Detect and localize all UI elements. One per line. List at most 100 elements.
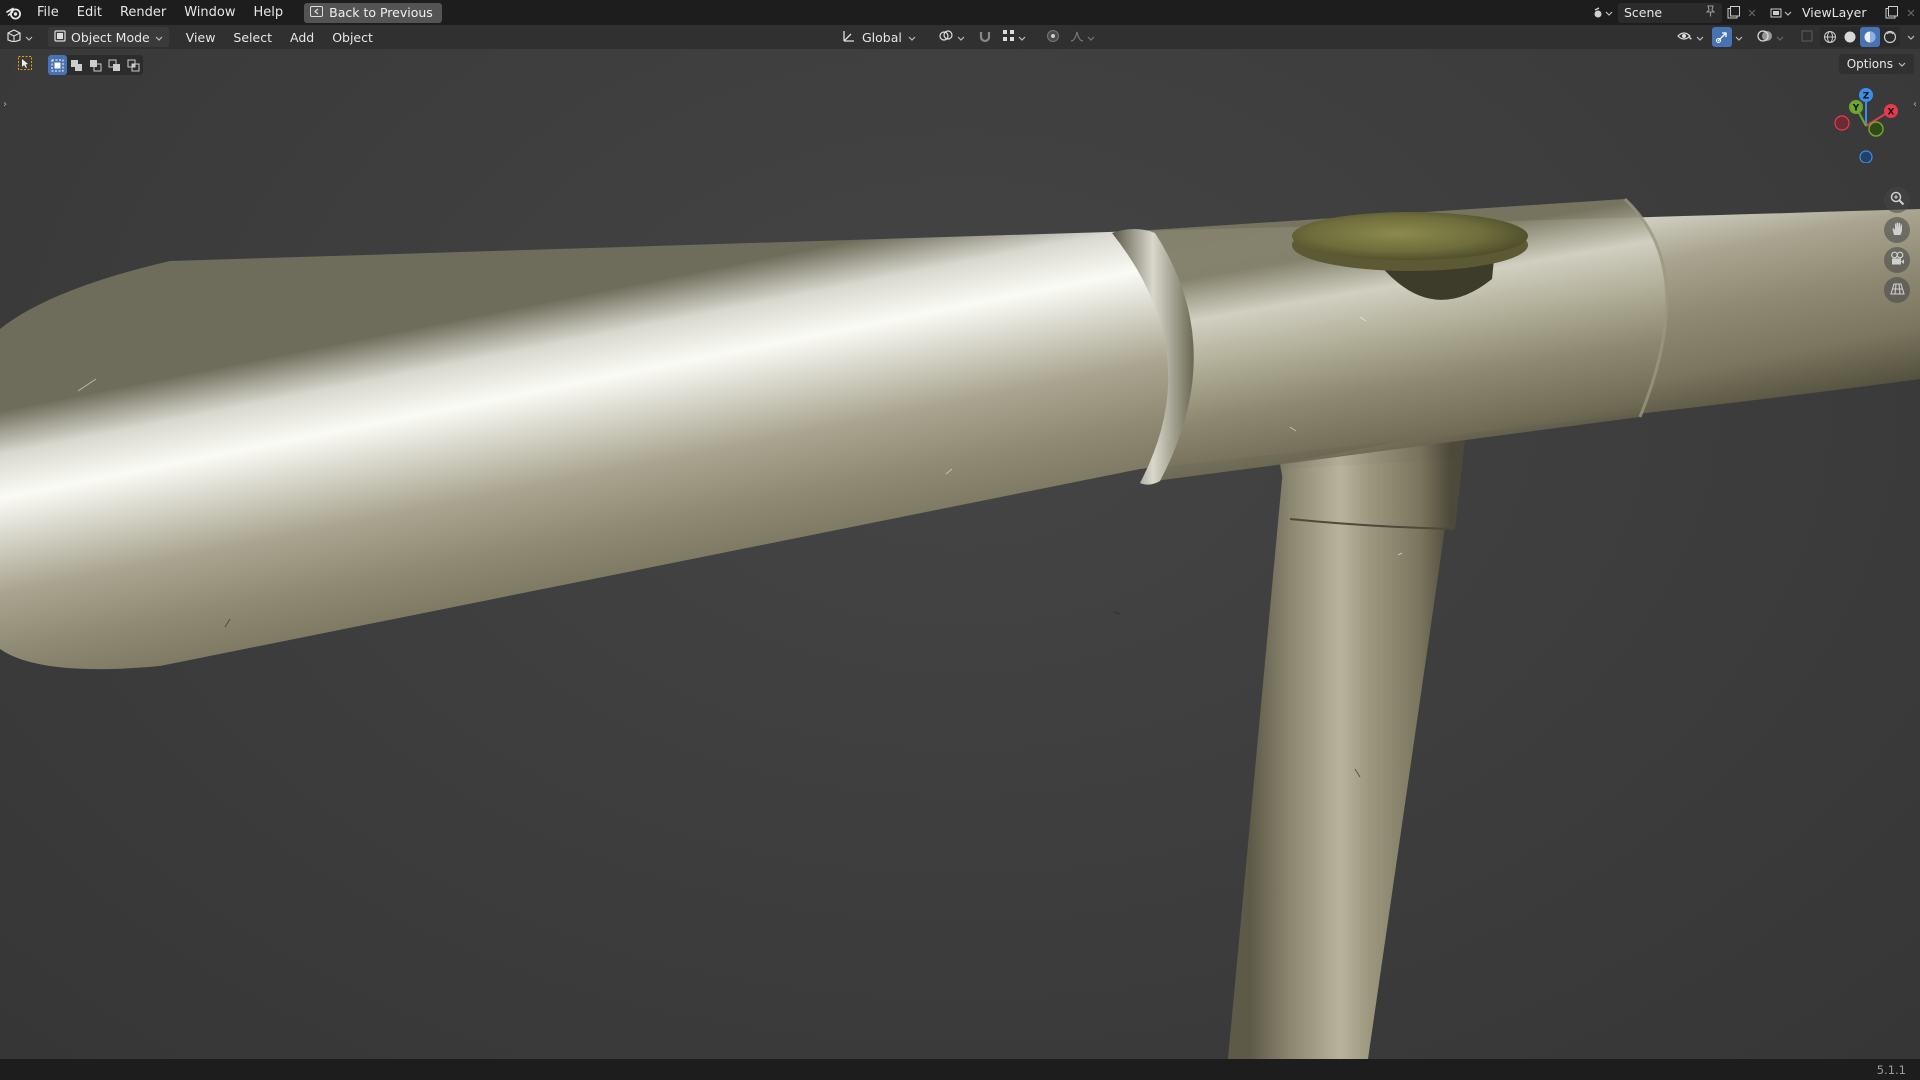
menu-add[interactable]: Add — [281, 27, 323, 47]
delete-scene-icon[interactable] — [1744, 3, 1760, 23]
chevron-down-icon — [25, 30, 33, 45]
pivot-point-icon — [938, 29, 954, 45]
menu-help[interactable]: Help — [245, 0, 293, 25]
menu-window[interactable]: Window — [175, 0, 244, 25]
status-bar: 5.1.1 — [0, 1059, 1920, 1080]
gizmo-icon — [1712, 27, 1732, 47]
snap-increment-icon — [1002, 29, 1015, 45]
magnet-icon — [978, 29, 992, 46]
gizmo-neg-z-handle[interactable] — [1859, 150, 1873, 163]
3d-viewport-editor-icon — [6, 29, 22, 45]
scene-name: Scene — [1624, 5, 1663, 20]
view-layer-name: ViewLayer — [1802, 5, 1867, 20]
toggle-perspective-button[interactable] — [1884, 277, 1910, 303]
chevron-down-icon — [1907, 31, 1915, 44]
editor-type-selector[interactable] — [0, 27, 44, 47]
chevron-down-icon — [155, 30, 163, 45]
new-view-layer-icon[interactable] — [1880, 3, 1902, 23]
menu-render[interactable]: Render — [111, 0, 175, 25]
gizmo-neg-y-handle[interactable] — [1868, 121, 1884, 137]
options-dropdown[interactable]: Options — [1838, 54, 1914, 74]
solid-shading-button[interactable] — [1840, 27, 1860, 47]
active-tool-select-box[interactable] — [14, 55, 36, 75]
cursor-select-icon — [18, 56, 32, 74]
menu-view[interactable]: View — [177, 27, 225, 47]
navigation-gizmo[interactable]: Z X Y — [1830, 85, 1910, 163]
chevron-down-icon — [1087, 30, 1095, 45]
grid-perspective-icon — [1889, 281, 1905, 300]
menu-object[interactable]: Object — [323, 27, 382, 47]
view-layer-selector-icon[interactable] — [1766, 3, 1796, 23]
camera-view-button[interactable] — [1884, 247, 1910, 273]
3d-viewport[interactable]: › ‹ Options Z X Y — [0, 49, 1920, 1059]
scene-selector-icon[interactable] — [1588, 3, 1618, 23]
material-preview-shading-button[interactable] — [1860, 27, 1880, 47]
snap-toggle[interactable] — [975, 27, 995, 47]
selectability-visibility-dropdown[interactable] — [1673, 27, 1708, 47]
menu-file[interactable]: File — [28, 0, 68, 25]
menu-edit[interactable]: Edit — [68, 0, 111, 25]
chevron-down-icon — [1898, 57, 1906, 71]
select-invert-button[interactable] — [105, 55, 124, 75]
railing-post — [1228, 459, 1455, 1059]
select-intersect-button[interactable] — [124, 55, 143, 75]
proportional-editing-icon — [1046, 29, 1060, 46]
wireframe-shading-button[interactable] — [1820, 27, 1840, 47]
camera-icon — [1890, 251, 1905, 270]
object-mode-dropdown[interactable]: Object Mode — [48, 27, 169, 47]
chevron-down-icon — [908, 30, 916, 45]
new-scene-icon[interactable] — [1722, 3, 1744, 23]
surface-dark-scratches — [224, 611, 1361, 778]
delete-view-layer-icon[interactable] — [1902, 3, 1920, 23]
topbar-right-group: Scene ViewLayer — [1588, 0, 1920, 25]
gizmo-y-label: Y — [1852, 104, 1860, 114]
viewport-shading-group — [1820, 27, 1900, 47]
orientation-axes-icon — [842, 29, 856, 45]
selection-mode-group — [48, 55, 143, 75]
shading-options-dropdown[interactable] — [1902, 27, 1920, 47]
view-layer-name-field[interactable]: ViewLayer — [1796, 2, 1880, 23]
version-label: 5.1.1 — [1876, 1062, 1906, 1077]
xray-toggle[interactable] — [1796, 27, 1818, 47]
select-extend-button[interactable] — [67, 55, 86, 75]
chevron-down-icon — [1696, 30, 1704, 45]
xray-icon — [1801, 29, 1813, 45]
gizmo-z-label: Z — [1863, 92, 1870, 102]
transform-orientation-dropdown[interactable]: Global — [836, 27, 922, 47]
chevron-down-icon — [1776, 30, 1784, 45]
railing-model-render — [0, 197, 1920, 1059]
chevron-down-icon — [957, 30, 965, 45]
snap-target-dropdown[interactable] — [999, 27, 1029, 47]
rendered-shading-button[interactable] — [1880, 27, 1900, 47]
back-to-previous-button[interactable]: Back to Previous — [304, 2, 442, 23]
proportional-editing-toggle[interactable] — [1043, 27, 1063, 47]
overlays-icon — [1757, 29, 1773, 46]
zoom-magnifier-icon — [1890, 191, 1905, 210]
pan-view-button[interactable] — [1884, 217, 1910, 243]
toolbar-expand-arrow-icon[interactable]: › — [0, 97, 10, 111]
scene-name-field[interactable]: Scene — [1618, 2, 1722, 23]
chevron-down-icon — [1735, 30, 1743, 45]
chevron-down-icon — [1018, 30, 1026, 45]
viewport-display-tools — [1673, 27, 1920, 47]
transform-orientation-label: Global — [862, 29, 902, 45]
gizmo-neg-x-handle[interactable] — [1834, 115, 1850, 131]
menu-select[interactable]: Select — [224, 27, 281, 47]
pin-icon[interactable] — [1705, 5, 1716, 20]
viewport-header: Object Mode View Select Add Object Globa… — [0, 25, 1920, 49]
pivot-point-dropdown[interactable] — [932, 27, 971, 47]
wall-bracket-cap — [1292, 212, 1528, 260]
sidebar-expand-arrow-icon[interactable]: ‹ — [1910, 97, 1920, 111]
top-menu-bar: File Edit Render Window Help Back to Pre… — [0, 0, 1920, 25]
proportional-falloff-dropdown[interactable] — [1067, 27, 1098, 47]
object-mode-label: Object Mode — [71, 29, 150, 45]
zoom-view-button[interactable] — [1884, 187, 1910, 213]
select-subtract-button[interactable] — [86, 55, 105, 75]
gizmo-x-label: X — [1888, 108, 1895, 118]
gizmo-toggle[interactable] — [1710, 27, 1745, 47]
overlays-dropdown[interactable] — [1753, 27, 1788, 47]
falloff-curve-icon — [1070, 30, 1084, 45]
screen-back-icon — [310, 5, 324, 20]
blender-logo-icon[interactable] — [0, 0, 28, 25]
select-new-button[interactable] — [48, 55, 67, 75]
